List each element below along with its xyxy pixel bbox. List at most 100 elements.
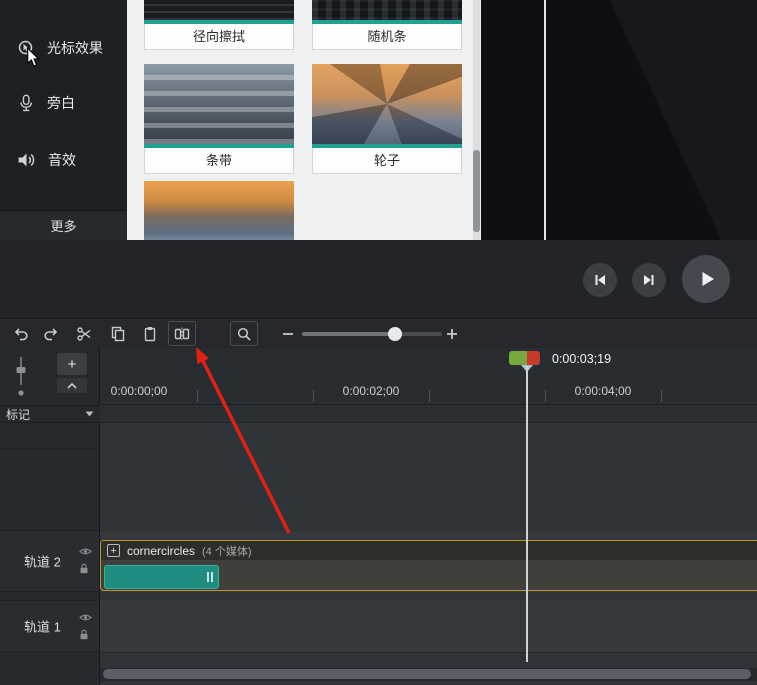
current-time-label: 0:00:03;19 bbox=[552, 352, 612, 366]
scissors-icon bbox=[77, 327, 91, 341]
sidebar-item-sound-effects[interactable]: 音效 bbox=[0, 142, 127, 178]
timeline-tracks[interactable]: + cornercircles (4 个媒体) bbox=[100, 405, 757, 685]
panel-scrollbar[interactable] bbox=[473, 0, 480, 240]
timeline-scrollbar[interactable] bbox=[100, 668, 757, 681]
zoom-slider[interactable] bbox=[302, 327, 442, 341]
undo-icon bbox=[14, 328, 28, 341]
sidebar-item-label: 音效 bbox=[48, 152, 76, 168]
plus-icon bbox=[447, 329, 457, 339]
play-icon bbox=[702, 272, 714, 286]
media-group[interactable]: + cornercircles (4 个媒体) bbox=[100, 540, 757, 591]
sidebar-more-label: 更多 bbox=[50, 219, 77, 234]
split-button[interactable] bbox=[168, 321, 196, 346]
video-editor-app: 光标效果 旁白 音效 更多 径向擦拭 随机条 条带 轮子 + 标记 轨道 2 轨… bbox=[0, 0, 757, 685]
playhead-line[interactable] bbox=[526, 366, 528, 662]
split-icon bbox=[174, 327, 190, 340]
group-name: cornercircles bbox=[127, 543, 196, 558]
zoom-out-button[interactable] bbox=[276, 322, 300, 346]
clip-trim-handle[interactable] bbox=[207, 572, 214, 582]
chevron-up-icon bbox=[67, 382, 77, 389]
transition-thumbnail bbox=[144, 181, 294, 240]
playhead-out-handle[interactable] bbox=[527, 351, 540, 365]
panel-scrollbar-thumb[interactable] bbox=[473, 150, 480, 232]
ruler-label: 0:00:02;00 bbox=[342, 384, 400, 398]
previous-frame-icon bbox=[595, 275, 605, 285]
track-lane-1[interactable] bbox=[100, 600, 757, 653]
track-header-1[interactable]: 轨道 1 bbox=[0, 600, 99, 652]
next-frame-button[interactable] bbox=[632, 263, 666, 297]
group-media-count: (4 个媒体) bbox=[202, 545, 252, 558]
undo-button[interactable] bbox=[8, 322, 32, 346]
divider bbox=[0, 448, 100, 449]
media-clip[interactable] bbox=[104, 565, 219, 589]
transition-item-strips[interactable]: 条带 bbox=[144, 64, 294, 174]
transitions-panel: 径向擦拭 随机条 条带 轮子 bbox=[127, 0, 481, 240]
copy-icon bbox=[111, 326, 125, 342]
ruler-tick bbox=[661, 390, 662, 402]
ruler-tick bbox=[545, 390, 546, 402]
transition-thumbnail bbox=[144, 0, 294, 24]
track-name: 轨道 2 bbox=[24, 554, 61, 570]
timeline-scrollbar-thumb[interactable] bbox=[103, 669, 751, 679]
paste-button[interactable] bbox=[138, 322, 162, 346]
timeline-toolbar bbox=[0, 318, 757, 348]
marker-lane[interactable] bbox=[100, 405, 757, 423]
track-height-slider[interactable] bbox=[8, 352, 34, 398]
transition-thumbnail bbox=[312, 64, 462, 148]
cut-button[interactable] bbox=[72, 322, 96, 346]
cursor-effects-icon bbox=[18, 40, 33, 55]
ruler-tick bbox=[313, 390, 314, 402]
zoom-select-button[interactable] bbox=[230, 321, 258, 346]
lock-icon[interactable] bbox=[79, 629, 89, 640]
transition-item-random-bars[interactable]: 随机条 bbox=[312, 0, 462, 50]
collapse-tracks-button[interactable] bbox=[57, 378, 87, 393]
speaker-icon bbox=[18, 153, 35, 167]
sidebar-item-cursor-effects[interactable]: 光标效果 bbox=[0, 30, 127, 66]
group-expand-button[interactable]: + bbox=[107, 544, 120, 557]
sidebar-item-label: 旁白 bbox=[47, 95, 75, 111]
copy-button[interactable] bbox=[106, 322, 130, 346]
add-track-button[interactable]: + bbox=[57, 353, 87, 375]
marker-track-header[interactable]: 标记 bbox=[0, 405, 100, 423]
sidebar-item-label: 光标效果 bbox=[47, 40, 103, 56]
redo-icon bbox=[44, 328, 58, 341]
track-header-column: + 标记 轨道 2 轨道 1 bbox=[0, 348, 100, 685]
transition-item-partial[interactable] bbox=[144, 181, 294, 240]
sidebar-more-button[interactable]: 更多 bbox=[0, 210, 127, 240]
transition-thumbnail bbox=[144, 64, 294, 148]
zoom-slider-thumb[interactable] bbox=[388, 327, 402, 341]
sidebar-item-voiceover[interactable]: 旁白 bbox=[0, 85, 127, 121]
eye-icon[interactable] bbox=[79, 547, 92, 556]
transition-label: 条带 bbox=[144, 148, 294, 174]
previous-frame-button[interactable] bbox=[583, 263, 617, 297]
transition-label: 随机条 bbox=[312, 24, 462, 50]
lock-icon[interactable] bbox=[79, 563, 89, 574]
ruler-tick bbox=[197, 390, 198, 402]
play-button[interactable] bbox=[682, 255, 730, 303]
transition-thumbnail bbox=[312, 0, 462, 24]
marker-label: 标记 bbox=[6, 407, 31, 422]
zoom-slider-fill bbox=[302, 332, 395, 336]
timeline-ruler[interactable]: 0:00:00;00 0:00:02;00 0:00:04;00 0:00:03… bbox=[100, 348, 757, 405]
magnifier-icon bbox=[237, 327, 251, 341]
zoom-in-button[interactable] bbox=[440, 322, 464, 346]
playhead-in-handle[interactable] bbox=[509, 351, 527, 365]
ruler-label: 0:00:00;00 bbox=[110, 384, 168, 398]
ruler-label: 0:00:04;00 bbox=[574, 384, 632, 398]
add-track-label: + bbox=[67, 355, 77, 373]
track-header-2[interactable]: 轨道 2 bbox=[0, 530, 99, 592]
transition-item-radial-wipe[interactable]: 径向擦拭 bbox=[144, 0, 294, 50]
next-frame-icon bbox=[644, 275, 654, 285]
chevron-down-icon bbox=[85, 411, 94, 417]
paste-icon bbox=[144, 327, 156, 342]
transition-label: 轮子 bbox=[312, 148, 462, 174]
transition-item-wheel[interactable]: 轮子 bbox=[312, 64, 462, 174]
preview-split-line bbox=[544, 0, 546, 240]
sidebar: 光标效果 旁白 音效 更多 bbox=[0, 0, 127, 240]
microphone-icon bbox=[20, 94, 33, 112]
eye-icon[interactable] bbox=[79, 613, 92, 622]
track-name: 轨道 1 bbox=[24, 619, 61, 635]
minus-icon bbox=[283, 333, 293, 335]
redo-button[interactable] bbox=[40, 322, 64, 346]
media-group-header[interactable]: + cornercircles (4 个媒体) bbox=[101, 541, 757, 560]
